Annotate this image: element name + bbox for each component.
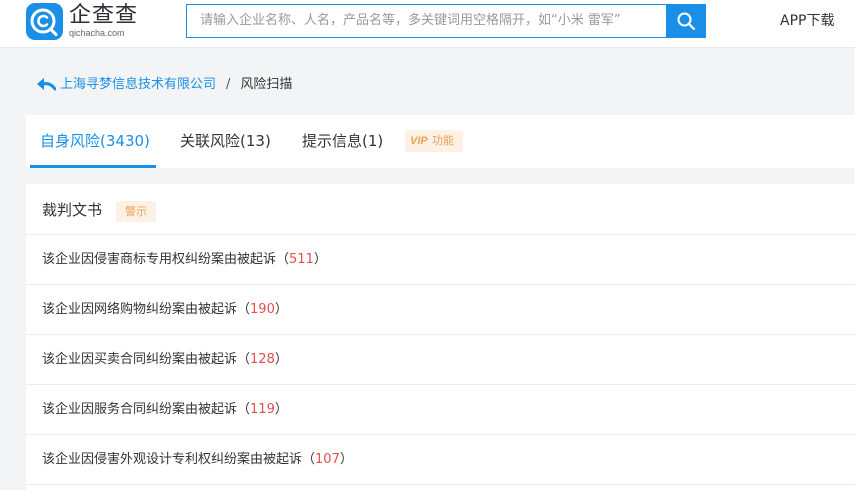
risk-count[interactable]: 190: [250, 302, 275, 317]
search-button[interactable]: [666, 4, 706, 38]
logo-name: 企查查: [69, 3, 139, 28]
logo-icon: [26, 3, 63, 40]
logo-domain: qichacha.com: [69, 28, 125, 38]
breadcrumb-current: 风险扫描: [240, 77, 293, 92]
breadcrumb-company-link[interactable]: 上海寻梦信息技术有限公司: [60, 77, 216, 92]
top-header: 企查查 qichacha.com 请输入企业名称、人名，产品名等，多关键词用空格…: [0, 0, 855, 48]
active-tab-underline: [30, 165, 156, 168]
back-arrow-icon[interactable]: [36, 77, 56, 91]
list-item[interactable]: 该企业因侵害商标专用权纠纷案由被起诉（511）: [26, 235, 855, 285]
breadcrumb-separator: /: [226, 77, 231, 92]
tab-related-risk[interactable]: 关联风险(13): [180, 115, 271, 168]
risk-count[interactable]: 128: [250, 352, 275, 367]
judgment-documents-panel: 裁判文书 警示 该企业因侵害商标专用权纠纷案由被起诉（511） 该企业因网络购物…: [26, 184, 855, 490]
risk-count[interactable]: 107: [315, 452, 340, 467]
tab-self-risk[interactable]: 自身风险(3430): [40, 115, 150, 168]
app-download-link[interactable]: APP下载: [780, 12, 834, 30]
risk-item-text: 该企业因买卖合同纠纷案由被起诉（128）: [42, 352, 288, 367]
logo[interactable]: 企查查 qichacha.com: [26, 3, 138, 41]
section-title: 裁判文书: [42, 201, 103, 219]
vip-label: 功能: [432, 134, 454, 147]
list-item[interactable]: 该企业因买卖合同纠纷案由被起诉（128）: [26, 335, 855, 385]
risk-count[interactable]: 511: [289, 252, 314, 267]
tab-tips[interactable]: 提示信息(1): [302, 115, 383, 168]
risk-count[interactable]: 119: [250, 402, 275, 417]
search-input[interactable]: 请输入企业名称、人名，产品名等，多关键词用空格隔开，如“小米 雷军”: [186, 4, 666, 38]
vip-badge[interactable]: VIP 功能: [405, 130, 463, 152]
search-icon: [677, 12, 696, 31]
warning-tag: 警示: [116, 201, 156, 222]
risk-item-text: 该企业因侵害商标专用权纠纷案由被起诉（511）: [42, 252, 327, 267]
list-item[interactable]: 该企业因侵害外观设计专利权纠纷案由被起诉（107）: [26, 435, 855, 485]
vip-icon: VIP: [410, 135, 428, 147]
risk-tabs: 自身风险(3430) 关联风险(13) 提示信息(1) VIP 功能: [26, 115, 855, 168]
breadcrumb: 上海寻梦信息技术有限公司 / 风险扫描: [36, 74, 292, 96]
list-item[interactable]: 该企业因网络购物纠纷案由被起诉（190）: [26, 285, 855, 335]
risk-item-text: 该企业因侵害外观设计专利权纠纷案由被起诉（107）: [42, 452, 353, 467]
risk-item-text: 该企业因网络购物纠纷案由被起诉（190）: [42, 302, 288, 317]
risk-item-text: 该企业因服务合同纠纷案由被起诉（119）: [42, 402, 288, 417]
section-header: 裁判文书 警示: [26, 184, 855, 235]
list-item[interactable]: 该企业因服务合同纠纷案由被起诉（119）: [26, 385, 855, 435]
